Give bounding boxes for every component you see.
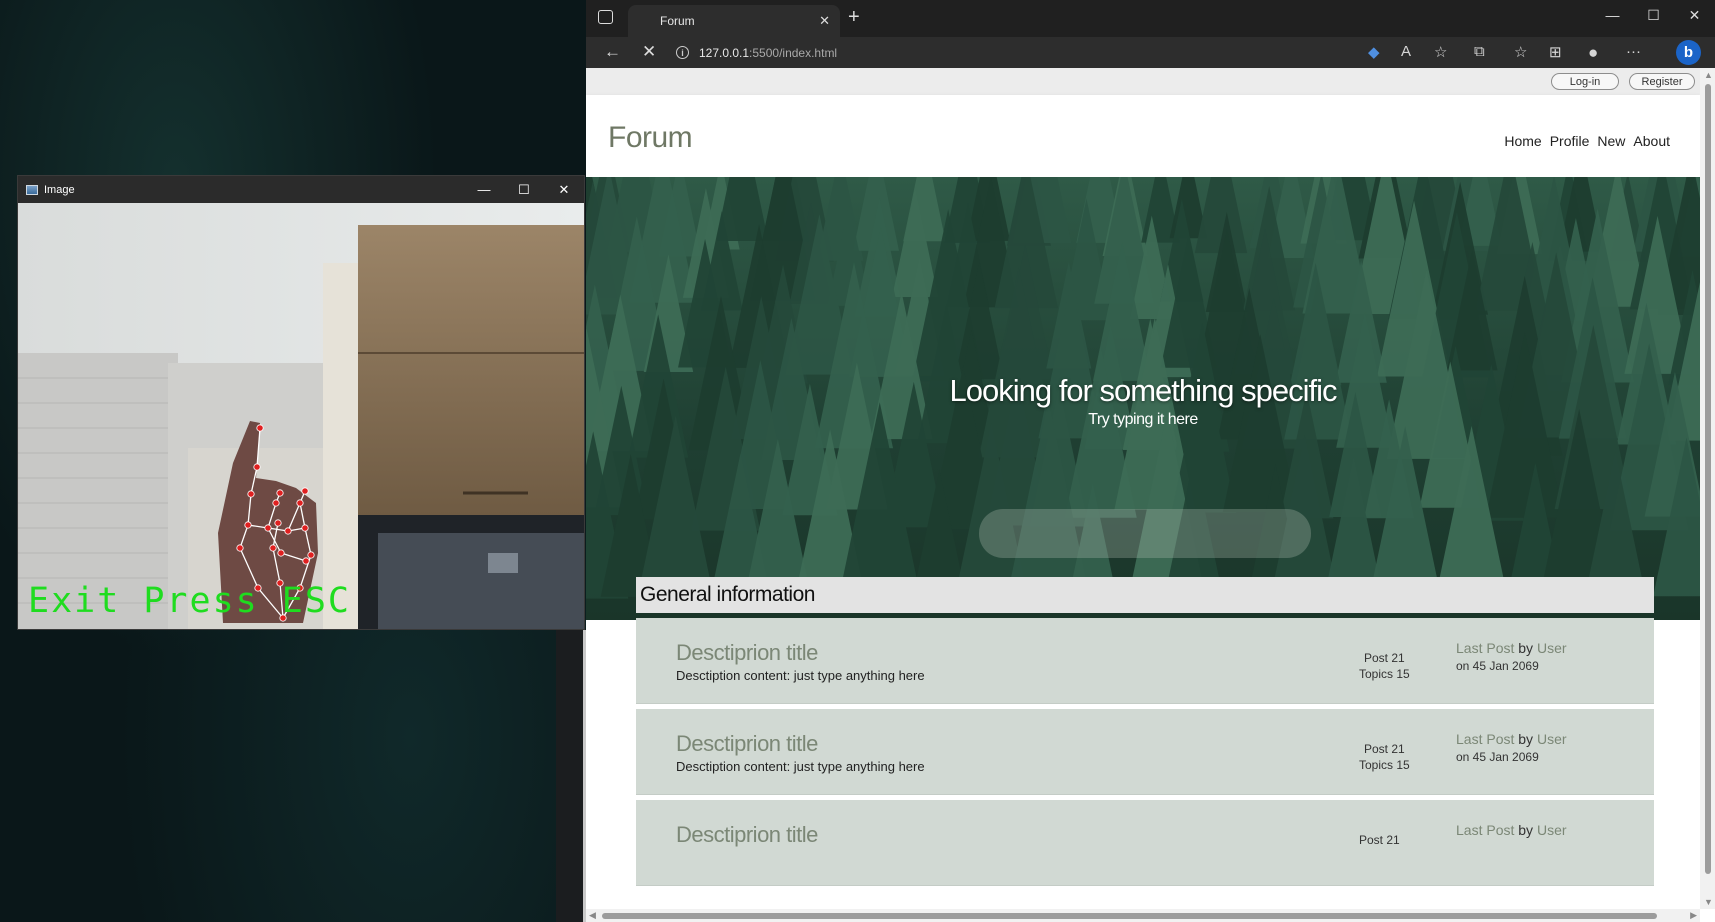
background-window-edge	[556, 630, 586, 922]
webcam-scene	[18, 203, 584, 629]
scroll-left-icon[interactable]: ◀	[589, 910, 596, 921]
url-host: 127.0.0.1	[699, 45, 750, 60]
minimize-icon[interactable]: —	[1592, 0, 1633, 30]
last-post-date: on 45 Jan 2069	[1456, 659, 1539, 673]
site-header: Forum Home Profile New About	[586, 95, 1700, 177]
hero-search-input[interactable]	[979, 509, 1311, 558]
maximize-icon[interactable]: ☐	[504, 176, 544, 203]
auth-bar: Log-in Register	[586, 68, 1700, 95]
section-heading: General information	[636, 577, 1654, 613]
topic-row[interactable]: Desctiprion title Desctiption content: j…	[636, 709, 1654, 795]
nav-profile[interactable]: Profile	[1550, 133, 1590, 149]
last-post-link[interactable]: Last Post	[1456, 822, 1514, 838]
topic-stats: Post 21	[1359, 832, 1400, 848]
last-post-date: on 45 Jan 2069	[1456, 750, 1539, 764]
opencv-image-window[interactable]: Image — ☐ ✕ Exit Press ESC	[18, 176, 584, 629]
opencv-window-title: Image	[44, 183, 75, 196]
favorites-icon[interactable]: ☆	[1514, 43, 1527, 61]
by-label: by	[1518, 640, 1534, 656]
by-label: by	[1518, 822, 1534, 838]
nav-about[interactable]: About	[1633, 133, 1670, 149]
topic-description: Desctiption content: just type anything …	[676, 668, 925, 683]
scroll-down-icon[interactable]: ▼	[1704, 897, 1713, 907]
browser-window[interactable]: Forum ✕ + — ☐ ✕ ← ✕ i 127.0.0.1:5500/ind…	[586, 0, 1715, 922]
webcam-frame: Exit Press ESC	[18, 203, 584, 629]
minimize-icon[interactable]: —	[464, 176, 504, 203]
url-field[interactable]: i 127.0.0.1:5500/index.html	[676, 39, 1016, 66]
topic-row[interactable]: Desctiprion title Desctiption content: j…	[636, 618, 1654, 704]
tab-forum[interactable]: Forum ✕	[628, 5, 840, 37]
hero-title: Looking for something specific	[949, 373, 1337, 408]
url-path: :5500/index.html	[749, 45, 838, 60]
add-favorite-icon[interactable]: ☆	[1434, 43, 1447, 61]
vertical-scroll-thumb[interactable]	[1705, 84, 1711, 874]
back-icon[interactable]: ←	[604, 42, 621, 62]
scroll-up-icon[interactable]: ▲	[1704, 70, 1713, 80]
register-button[interactable]: Register	[1629, 73, 1695, 90]
new-tab-icon[interactable]: +	[848, 6, 860, 29]
exit-instruction-overlay: Exit Press ESC	[28, 581, 352, 621]
topic-stats: Post 21 Topics 15	[1359, 741, 1410, 773]
nav-new[interactable]: New	[1597, 133, 1625, 149]
topic-row[interactable]: Desctiprion title Post 21 Last Post by U…	[636, 800, 1654, 886]
site-info-icon[interactable]: i	[676, 46, 689, 59]
last-post-info: Last Post by User	[1456, 822, 1567, 839]
close-tab-icon[interactable]: ✕	[819, 13, 830, 29]
vertical-scrollbar[interactable]: ▲ ▼	[1700, 68, 1715, 909]
horizontal-scrollbar[interactable]: ◀ ▶	[586, 909, 1700, 922]
post-count: Post 21	[1359, 833, 1400, 847]
topic-description: Desctiption content: just type anything …	[676, 759, 925, 774]
hero-banner: Looking for something specific Try typin…	[586, 177, 1700, 620]
post-count: Post 21	[1364, 742, 1405, 756]
extensions-icon[interactable]: ⧉	[1474, 43, 1485, 60]
scroll-right-icon[interactable]: ▶	[1690, 910, 1697, 921]
horizontal-scroll-thumb[interactable]	[602, 913, 1657, 919]
topic-title[interactable]: Desctiprion title	[676, 822, 818, 848]
topic-title[interactable]: Desctiprion title	[676, 640, 818, 666]
main-nav: Home Profile New About	[1504, 133, 1670, 149]
maximize-icon[interactable]: ☐	[1633, 0, 1674, 30]
tab-bar: Forum ✕ + — ☐ ✕	[586, 0, 1715, 37]
tab-title: Forum	[660, 14, 695, 28]
stop-icon[interactable]: ✕	[642, 42, 656, 62]
post-count: Post 21	[1364, 651, 1405, 665]
last-post-info: Last Post by User on 45 Jan 2069	[1456, 640, 1567, 675]
last-post-user[interactable]: User	[1537, 731, 1567, 747]
profile-icon[interactable]: ●	[1588, 43, 1598, 63]
close-icon[interactable]: ✕	[544, 176, 584, 203]
login-button[interactable]: Log-in	[1551, 73, 1619, 90]
read-aloud-icon[interactable]: A	[1401, 43, 1411, 60]
site-logo[interactable]: Forum	[608, 121, 693, 155]
more-icon[interactable]: ···	[1626, 43, 1641, 60]
tab-actions-icon[interactable]	[598, 10, 613, 24]
image-window-icon	[26, 184, 38, 195]
address-bar: ← ✕ i 127.0.0.1:5500/index.html ◆ A ☆ ⧉ …	[586, 37, 1715, 69]
last-post-user[interactable]: User	[1537, 822, 1567, 838]
collections-icon[interactable]: ⊞	[1549, 43, 1562, 61]
nav-home[interactable]: Home	[1504, 133, 1541, 149]
last-post-user[interactable]: User	[1537, 640, 1567, 656]
extension-icon[interactable]: ◆	[1368, 43, 1380, 61]
hero-subtitle: Try typing it here	[1088, 411, 1198, 428]
last-post-info: Last Post by User on 45 Jan 2069	[1456, 731, 1567, 766]
topic-count: Topics 15	[1359, 758, 1410, 772]
topic-title[interactable]: Desctiprion title	[676, 731, 818, 757]
last-post-link[interactable]: Last Post	[1456, 731, 1514, 747]
close-icon[interactable]: ✕	[1674, 0, 1715, 30]
last-post-link[interactable]: Last Post	[1456, 640, 1514, 656]
by-label: by	[1518, 731, 1534, 747]
opencv-titlebar[interactable]: Image — ☐ ✕	[18, 176, 584, 203]
general-information-section: General information Desctiprion title De…	[636, 577, 1654, 886]
bing-icon[interactable]: b	[1676, 40, 1701, 65]
topic-stats: Post 21 Topics 15	[1359, 650, 1410, 682]
topic-count: Topics 15	[1359, 667, 1410, 681]
